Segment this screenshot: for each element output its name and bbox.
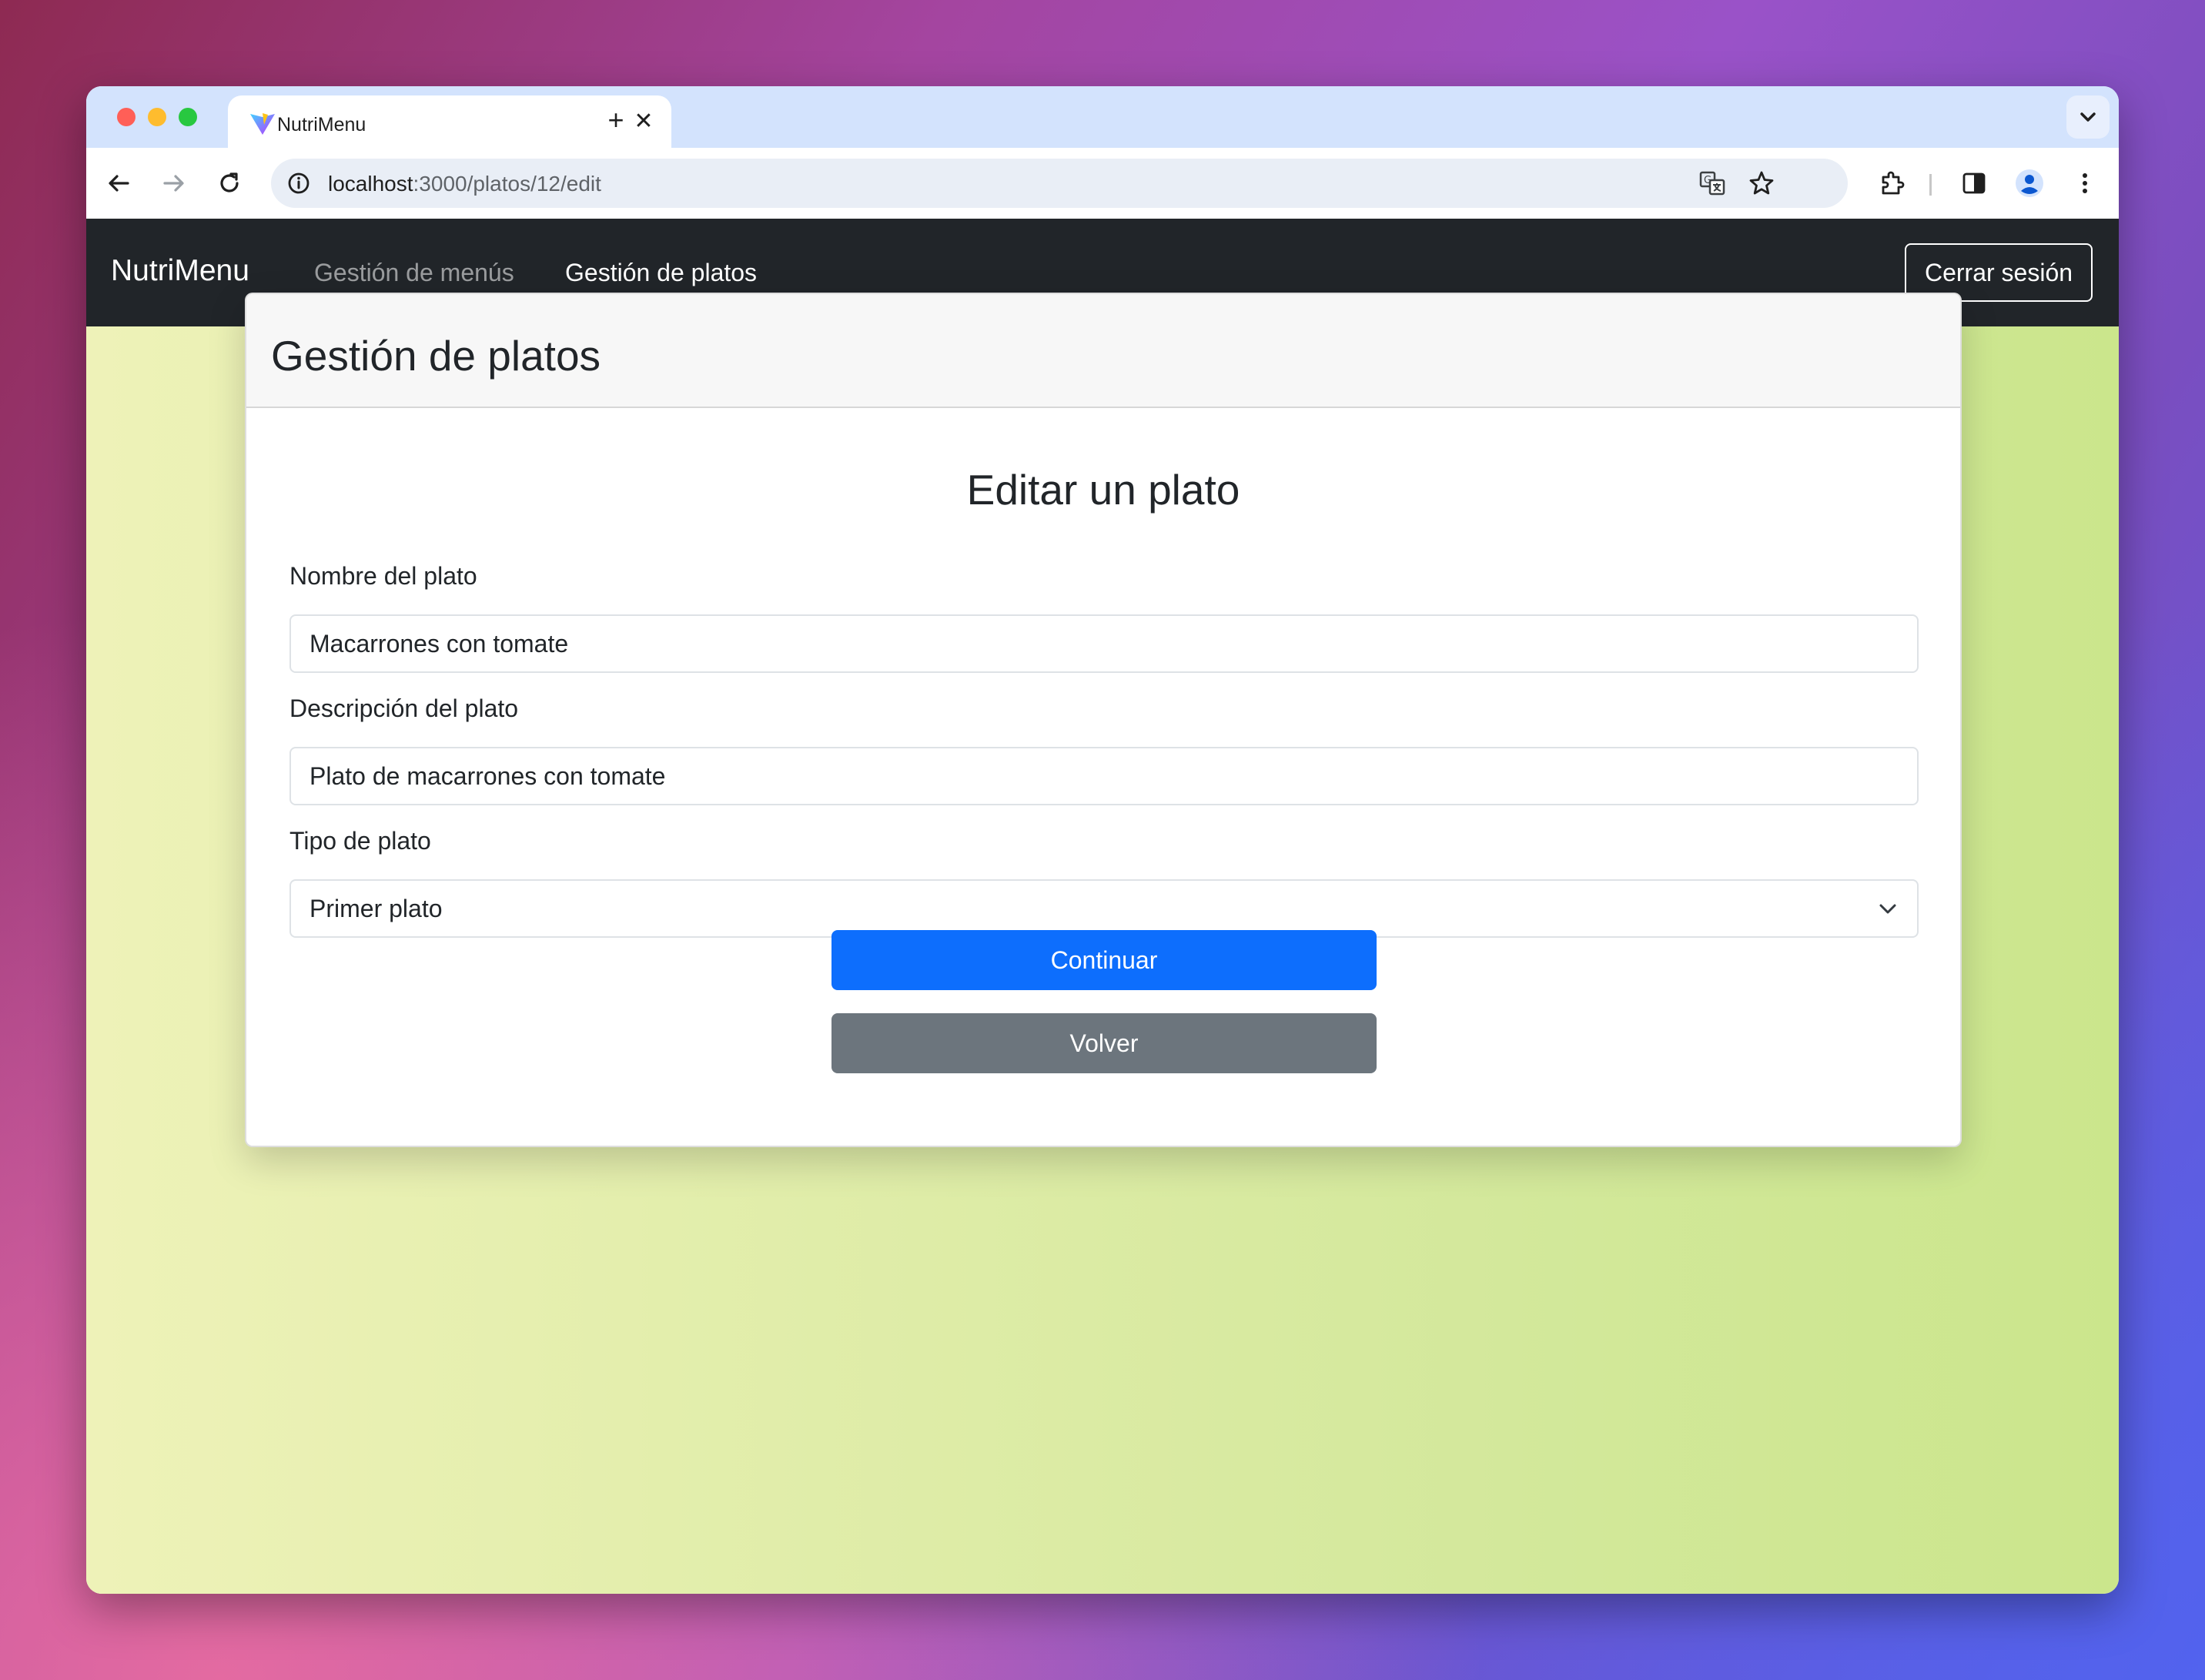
more-menu-icon[interactable] bbox=[2069, 168, 2100, 199]
nav-link-platos[interactable]: Gestión de platos bbox=[565, 259, 757, 287]
back-arrow-icon bbox=[109, 175, 129, 192]
chevron-down-icon bbox=[2080, 112, 2096, 122]
chevron-down-icon bbox=[1879, 904, 1896, 914]
tab-search-button[interactable] bbox=[2066, 95, 2110, 139]
card-header: Gestión de platos bbox=[246, 294, 1960, 408]
nav-link-menus[interactable]: Gestión de menús bbox=[314, 259, 514, 287]
url-text[interactable]: localhost:3000/platos/12/edit bbox=[328, 172, 601, 196]
profile-icon[interactable] bbox=[2014, 168, 2045, 199]
vite-favicon-icon bbox=[250, 113, 275, 135]
card-title: Gestión de platos bbox=[271, 332, 601, 380]
back-button-form[interactable]: Volver bbox=[831, 1013, 1377, 1073]
info-icon[interactable] bbox=[286, 171, 311, 196]
minimize-window-button[interactable] bbox=[148, 108, 166, 126]
type-select[interactable]: Primer plato bbox=[289, 879, 1919, 938]
type-select-value: Primer plato bbox=[310, 895, 443, 922]
description-input[interactable]: Plato de macarrones con tomate bbox=[289, 747, 1919, 805]
new-tab-button[interactable]: + bbox=[597, 102, 634, 139]
side-panel-icon[interactable] bbox=[1959, 168, 1989, 199]
name-input[interactable]: Macarrones con tomate bbox=[289, 614, 1919, 673]
navbar-brand[interactable]: NutriMenu bbox=[111, 254, 249, 288]
name-label: Nombre del plato bbox=[289, 562, 477, 590]
dish-card: Gestión de platos Editar un plato Nombre… bbox=[245, 293, 1962, 1147]
browser-toolbar: localhost:3000/platos/12/edit G bbox=[86, 148, 2119, 219]
url-path: :3000/platos/12/edit bbox=[413, 172, 601, 196]
type-label: Tipo de plato bbox=[289, 827, 431, 855]
form-title: Editar un plato bbox=[966, 466, 1240, 514]
continue-button[interactable]: Continuar bbox=[831, 930, 1377, 990]
browser-window: NutriMenu ✕ + localhost:3000/platos/12/e… bbox=[86, 86, 2119, 1594]
address-bar[interactable]: localhost:3000/platos/12/edit G bbox=[271, 159, 1848, 208]
page-content: NutriMenu Gestión de menús Gestión de pl… bbox=[86, 219, 2119, 1594]
toolbar-divider bbox=[1929, 174, 1932, 196]
tab-strip: NutriMenu ✕ + bbox=[86, 86, 2119, 148]
description-label: Descripción del plato bbox=[289, 694, 519, 722]
forward-arrow-icon bbox=[163, 175, 184, 192]
tab-title: NutriMenu bbox=[277, 114, 366, 136]
url-host: localhost bbox=[328, 172, 413, 196]
close-window-button[interactable] bbox=[117, 108, 136, 126]
translate-icon[interactable]: G bbox=[1698, 169, 1726, 197]
reload-icon bbox=[220, 172, 239, 192]
star-icon[interactable] bbox=[1748, 169, 1775, 197]
extensions-icon[interactable] bbox=[1877, 168, 1908, 199]
forward-button[interactable] bbox=[156, 165, 192, 202]
reload-button[interactable] bbox=[211, 165, 248, 202]
maximize-window-button[interactable] bbox=[179, 108, 197, 126]
back-button[interactable] bbox=[100, 165, 137, 202]
